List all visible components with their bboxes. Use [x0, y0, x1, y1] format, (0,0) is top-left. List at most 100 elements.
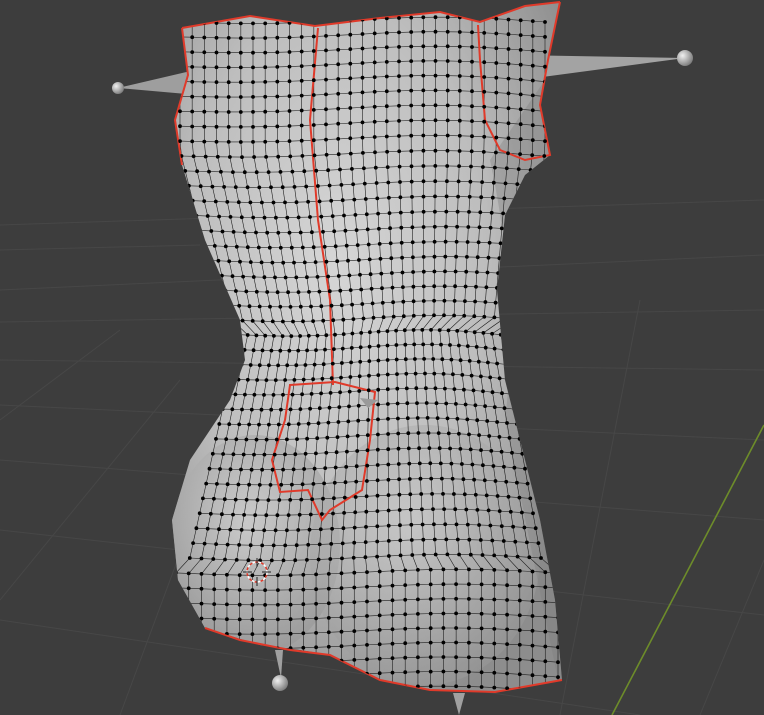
mesh-vertex — [479, 195, 484, 200]
mesh-vertex — [287, 109, 292, 113]
mesh-vertex — [421, 194, 426, 199]
mesh-vertex — [396, 431, 401, 436]
viewport-canvas[interactable] — [0, 0, 764, 715]
mesh-vertex — [397, 103, 401, 108]
mesh-vertex — [445, 103, 450, 108]
mesh-vertex — [234, 558, 239, 562]
mesh-vertex — [512, 212, 517, 217]
mesh-vertex — [326, 616, 331, 620]
mesh-vertex — [360, 32, 365, 36]
mesh-vertex — [332, 496, 336, 501]
mesh-vertex — [298, 407, 303, 411]
mesh-vertex — [340, 541, 345, 546]
mesh-vertex — [311, 319, 315, 323]
mesh-vertex — [227, 422, 232, 427]
mesh-vertex — [186, 571, 191, 576]
bone-empty-bottom-right[interactable] — [453, 693, 465, 715]
mesh-vertex — [441, 626, 446, 630]
mesh-vertex — [474, 284, 478, 289]
mesh-vertex — [308, 406, 312, 411]
mesh-vertex — [482, 104, 487, 109]
mesh-vertex — [333, 244, 338, 249]
mesh-vertex — [442, 313, 446, 318]
mesh-vertex — [199, 556, 204, 561]
mesh-vertex — [479, 655, 484, 660]
mesh-vertex — [506, 151, 510, 156]
mesh-vertex — [384, 45, 389, 50]
mesh-vertex — [416, 568, 420, 572]
mesh-vertex — [466, 225, 471, 229]
mesh-vertex — [416, 641, 420, 645]
mesh-vertex — [310, 497, 314, 502]
mesh-vertex — [407, 461, 412, 466]
mesh-vertex — [251, 65, 255, 70]
mesh-vertex — [421, 269, 426, 274]
mesh-vertex — [402, 328, 407, 333]
mesh-vertex — [468, 179, 473, 184]
mesh-vertex — [410, 225, 415, 230]
mesh-vertex — [203, 154, 208, 159]
mesh-vertex — [478, 210, 483, 215]
mesh-vertex — [260, 319, 265, 324]
mesh-vertex — [517, 672, 522, 677]
mesh-vertex — [238, 259, 242, 264]
mesh-vertex — [238, 140, 243, 144]
mesh-vertex — [314, 674, 318, 679]
mesh-vertex — [210, 451, 215, 456]
mesh-vertex — [445, 59, 450, 63]
mesh-vertex — [472, 314, 477, 319]
mesh-vertex — [495, 420, 499, 424]
mesh-vertex — [300, 482, 305, 487]
mesh-vertex — [238, 110, 243, 114]
mesh-vertex — [348, 76, 353, 81]
torso-mesh[interactable] — [170, 0, 600, 695]
mesh-vertex — [454, 567, 458, 572]
mesh-vertex — [336, 33, 341, 38]
mesh-vertex — [479, 626, 484, 631]
mesh-vertex — [385, 372, 390, 377]
mesh-vertex — [446, 431, 451, 436]
mesh-vertex — [312, 362, 317, 367]
bone-empty-bottom-left[interactable] — [272, 650, 288, 691]
mesh-vertex — [530, 78, 535, 83]
3d-viewport[interactable] — [0, 0, 764, 715]
mesh-vertex — [370, 301, 375, 306]
mesh-vertex — [358, 345, 363, 350]
mesh-vertex — [492, 670, 497, 675]
mesh-vertex — [187, 183, 191, 188]
mesh-vertex — [343, 480, 348, 485]
mesh-vertex — [263, 124, 268, 129]
mesh-vertex — [377, 599, 382, 603]
mesh-vertex — [441, 582, 446, 587]
mesh-vertex — [470, 119, 474, 123]
mesh-vertex — [411, 270, 415, 274]
mesh-vertex — [397, 149, 402, 154]
mesh-vertex — [338, 288, 343, 293]
mesh-vertex — [483, 404, 487, 408]
mesh-vertex — [364, 212, 369, 217]
mesh-vertex — [433, 118, 438, 123]
mesh-vertex — [237, 632, 242, 636]
mesh-vertex — [512, 407, 517, 411]
mesh-vertex — [305, 275, 309, 280]
mesh-vertex — [365, 479, 369, 483]
mesh-vertex — [300, 154, 305, 158]
mesh-vertex — [528, 496, 533, 501]
mesh-vertex — [294, 275, 299, 280]
mesh-vertex — [274, 215, 278, 220]
mesh-vertex — [375, 539, 380, 544]
mesh-vertex — [346, 419, 351, 424]
mesh-vertex — [215, 482, 219, 486]
mesh-vertex — [530, 153, 535, 158]
mesh-vertex — [335, 259, 340, 264]
mesh-vertex — [324, 450, 329, 455]
mesh-vertex — [263, 80, 268, 84]
mesh-vertex — [433, 209, 437, 214]
mesh-vertex — [263, 676, 267, 680]
mesh-vertex — [213, 288, 217, 292]
mesh-vertex — [525, 198, 530, 202]
mesh-vertex — [515, 422, 519, 426]
mesh-vertex — [462, 387, 466, 392]
mesh-vertex — [457, 431, 461, 436]
mesh-vertex — [202, 50, 207, 55]
